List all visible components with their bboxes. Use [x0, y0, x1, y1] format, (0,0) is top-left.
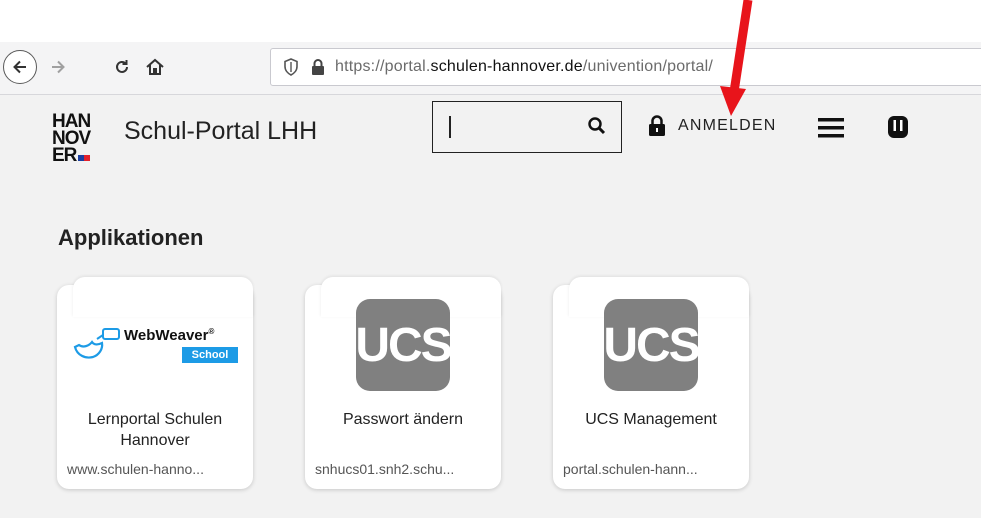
- portal-header: HAN NOV ER Schul-Portal LHH ANMELDEN: [0, 95, 981, 187]
- browser-toolbar: https://portal.schulen-hannover.de/unive…: [0, 42, 981, 95]
- app-title: Lernportal Schulen Hannover: [87, 411, 223, 449]
- arrow-right-icon: [52, 60, 65, 74]
- lock-icon: [649, 115, 665, 136]
- url-prefix: https://portal.: [335, 58, 431, 75]
- app-tile-lernportal[interactable]: WebWeaver® School Lernportal Schulen Han…: [57, 277, 253, 489]
- logo-line-3: ER: [52, 145, 77, 166]
- login-button[interactable]: ANMELDEN: [648, 115, 777, 137]
- search-icon[interactable]: [585, 114, 609, 138]
- tile-backdrop: [73, 277, 253, 317]
- home-button[interactable]: [141, 50, 169, 84]
- site-title: Schul-Portal LHH: [124, 117, 318, 145]
- login-label: ANMELDEN: [678, 117, 777, 134]
- portal-page: HAN NOV ER Schul-Portal LHH ANMELDEN App…: [0, 95, 981, 518]
- text-caret: [449, 116, 451, 138]
- section-title: Applikationen: [58, 225, 204, 250]
- app-url: www.schulen-hanno...: [67, 461, 204, 477]
- app-url: portal.schulen-hann...: [563, 461, 698, 477]
- ucs-logo: UCS: [355, 299, 453, 391]
- shield-icon: [284, 58, 298, 76]
- back-button[interactable]: [3, 50, 37, 84]
- url-path: /univention/portal/: [582, 58, 713, 75]
- app-title: Passwort ändern: [342, 411, 464, 428]
- arrow-left-icon: [13, 60, 26, 74]
- webweaver-logo: WebWeaver® School: [71, 325, 241, 369]
- webweaver-name: WebWeaver®: [124, 327, 215, 344]
- univention-icon[interactable]: [886, 115, 910, 139]
- forward-button[interactable]: [45, 50, 71, 84]
- app-tile-ucs-management[interactable]: UCS UCS Management portal.schulen-hann..…: [553, 277, 749, 489]
- bird-icon: [73, 328, 120, 359]
- reload-button[interactable]: [108, 50, 136, 84]
- webweaver-school-tag: School: [182, 347, 238, 363]
- app-title: UCS Management: [585, 411, 717, 428]
- lock-icon: [312, 59, 324, 75]
- url-bar[interactable]: https://portal.schulen-hannover.de/unive…: [270, 48, 981, 86]
- url-text: https://portal.schulen-hannover.de/unive…: [335, 58, 713, 76]
- app-tile-passwort[interactable]: UCS Passwort ändern snhucs01.snh2.schu..…: [305, 277, 501, 489]
- hamburger-menu-icon[interactable]: [818, 117, 844, 139]
- webweaver-name-text: WebWeaver: [124, 327, 209, 344]
- ucs-logo-text: UCS: [355, 318, 452, 372]
- ucs-logo-text: UCS: [603, 318, 700, 372]
- home-icon: [146, 58, 164, 75]
- reload-icon: [116, 60, 128, 73]
- search-input[interactable]: [432, 101, 622, 153]
- ucs-logo: UCS: [603, 299, 701, 391]
- hannover-logo[interactable]: HAN NOV ER: [52, 112, 112, 173]
- url-domain: schulen-hannover.de: [430, 58, 583, 75]
- app-url: snhucs01.snh2.schu...: [315, 461, 455, 477]
